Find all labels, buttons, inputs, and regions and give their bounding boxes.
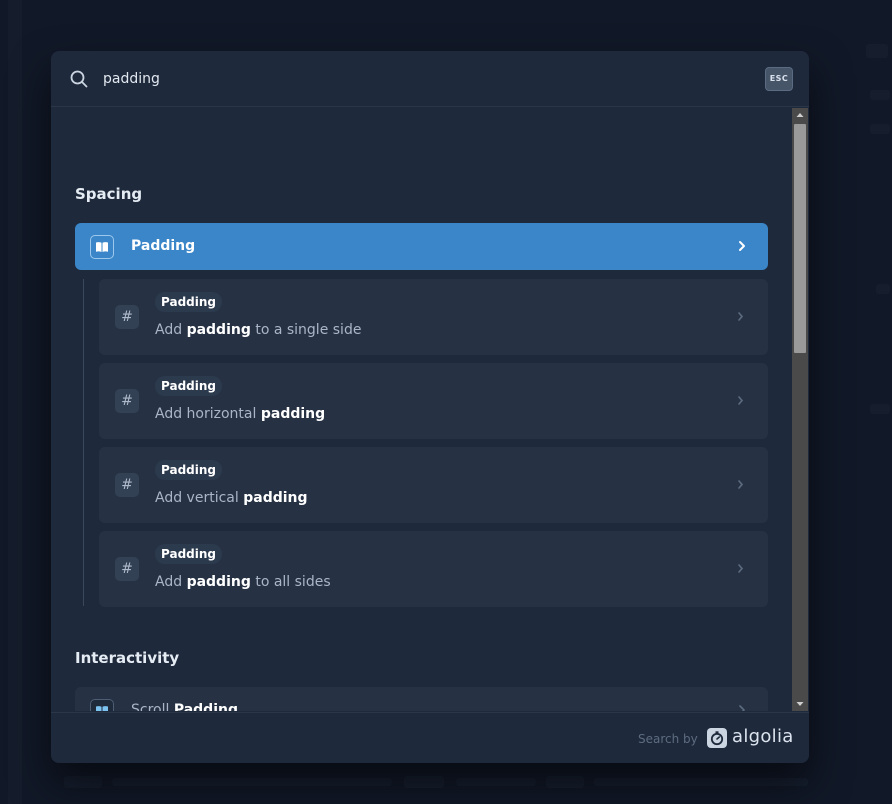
background-text xyxy=(870,404,890,414)
chevron-right-icon xyxy=(738,396,744,405)
result-section-item[interactable]: # Padding Add horizontal padding xyxy=(99,363,768,439)
background-text xyxy=(866,44,888,58)
result-page-padding[interactable]: Padding xyxy=(75,223,768,270)
result-title: Padding xyxy=(131,238,196,254)
background-text xyxy=(594,778,808,786)
result-badge: Padding xyxy=(155,460,222,480)
scroll-up-arrow[interactable] xyxy=(792,108,808,122)
section-title-spacing: Spacing xyxy=(75,185,143,203)
result-title: Scroll Padding xyxy=(131,702,238,711)
chevron-right-icon xyxy=(738,312,744,321)
search-by-label: Search by xyxy=(638,732,698,746)
hash-icon: # xyxy=(115,557,139,581)
result-badge: Padding xyxy=(155,292,222,312)
background-text xyxy=(870,90,890,100)
result-text: Add padding to all sides xyxy=(155,574,331,590)
search-results: Spacing Padding # Padding Add padding to… xyxy=(51,107,809,711)
result-badge: Padding xyxy=(155,544,222,564)
scrollbar-thumb[interactable] xyxy=(794,124,806,353)
algolia-logo-text[interactable]: algolia xyxy=(732,726,794,747)
result-section-item[interactable]: # Padding Add padding to a single side xyxy=(99,279,768,355)
search-footer: Search by algolia xyxy=(51,712,809,763)
background-text xyxy=(404,776,444,788)
search-input[interactable] xyxy=(103,68,703,90)
result-text: Add vertical padding xyxy=(155,490,308,506)
search-modal: ESC Spacing Padding # Padding Add paddin… xyxy=(51,51,809,763)
result-text: Add horizontal padding xyxy=(155,406,326,422)
result-page-scroll-padding[interactable]: Scroll Padding xyxy=(75,687,768,711)
result-section-item[interactable]: # Padding Add vertical padding xyxy=(99,447,768,523)
background-text xyxy=(112,778,392,786)
background-text xyxy=(456,778,536,786)
hash-icon: # xyxy=(115,305,139,329)
hash-icon: # xyxy=(115,473,139,497)
algolia-stopwatch-icon[interactable] xyxy=(707,728,727,748)
chevron-right-icon xyxy=(739,241,745,251)
chevron-right-icon xyxy=(739,705,745,711)
hash-icon: # xyxy=(115,389,139,413)
chevron-right-icon xyxy=(738,564,744,573)
book-icon xyxy=(90,699,114,711)
result-badge: Padding xyxy=(155,376,222,396)
background-text xyxy=(876,284,890,294)
result-text: Add padding to a single side xyxy=(155,322,362,338)
book-icon xyxy=(90,235,114,259)
background-sidebar xyxy=(8,0,22,804)
esc-button[interactable]: ESC xyxy=(765,67,793,91)
search-bar: ESC xyxy=(51,51,809,107)
scroll-down-arrow[interactable] xyxy=(792,697,808,711)
result-section-item[interactable]: # Padding Add padding to all sides xyxy=(99,531,768,607)
background-text xyxy=(64,776,102,788)
tree-connector xyxy=(83,279,84,606)
section-title-interactivity: Interactivity xyxy=(75,649,180,667)
background-text xyxy=(870,124,890,134)
chevron-right-icon xyxy=(738,480,744,489)
search-icon xyxy=(70,70,88,88)
background-text xyxy=(546,776,584,788)
